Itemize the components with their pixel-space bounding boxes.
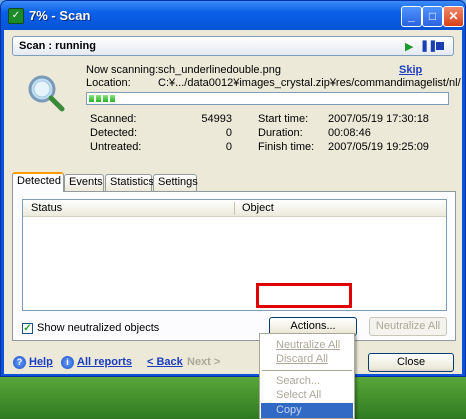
menu-neutralize-all: Neutralize All (276, 339, 341, 351)
detected-label: Detected: (90, 127, 138, 139)
show-neutralized-label: Show neutralized objects (37, 322, 160, 334)
all-reports-link[interactable]: All reports (77, 356, 132, 368)
progress-fill (89, 95, 446, 102)
duration-label: Duration: (258, 127, 303, 139)
location-value: C:¥.../data0012¥images_crystal.zip¥res/c… (158, 77, 461, 89)
tab-settings[interactable]: Settings (153, 174, 198, 191)
menu-select-all: Select All (276, 389, 322, 401)
finish-time-value: 2007/05/19 19:25:09 (328, 141, 429, 153)
column-object[interactable]: Object (242, 202, 274, 214)
help-link[interactable]: Help (29, 356, 53, 368)
minimize-button[interactable]: _ (401, 6, 422, 27)
menu-highlight (261, 403, 353, 418)
scan-window: ✓ 7% - Scan _ □ ✕ Scan : running ▶ ❚❚ No… (0, 0, 466, 377)
now-scanning-value: sch_underlinedouble.png (158, 64, 281, 76)
stop-icon[interactable] (436, 42, 444, 50)
column-separator (234, 202, 235, 215)
title-bar: ✓ 7% - Scan _ □ ✕ (1, 1, 465, 30)
pause-icon[interactable]: ❚❚ (420, 39, 437, 52)
tab-events[interactable]: Events (64, 174, 104, 191)
now-scanning-label: Now scanning: (86, 64, 159, 76)
menu-search: Search... (276, 375, 321, 387)
start-time-label: Start time: (258, 113, 309, 125)
scan-status-bar: Scan : running ▶ ❚❚ (12, 36, 454, 56)
maximize-button[interactable]: □ (422, 6, 443, 27)
scan-progress-bar (86, 92, 449, 105)
untreated-value: 0 (225, 141, 232, 153)
next-link: Next > (187, 356, 221, 368)
highlight-frame (256, 283, 352, 308)
scanned-value: 54993 (201, 113, 232, 125)
info-icon[interactable]: i (61, 356, 74, 369)
menu-discard-all: Discard All (276, 353, 328, 365)
detected-tab-panel: Status Object ✓ Show neutralized objects… (12, 191, 456, 341)
close-window-button[interactable]: ✕ (443, 6, 464, 27)
tab-statistics[interactable]: Statistics (105, 174, 154, 191)
actions-context-menu: Neutralize All Discard All Search... Sel… (259, 333, 355, 419)
window-client-area: Scan : running ▶ ❚❚ Now scanning: sch_un… (4, 30, 462, 374)
scan-status-text: Scan : running (19, 40, 96, 52)
neutralize-all-button: Neutralize All (369, 317, 447, 336)
skip-link[interactable]: Skip (399, 64, 422, 76)
app-icon: ✓ (8, 8, 24, 24)
start-time-value: 2007/05/19 17:30:18 (328, 113, 429, 125)
finish-time-label: Finish time: (258, 141, 315, 153)
column-status[interactable]: Status (31, 202, 62, 214)
list-header: Status Object (23, 200, 446, 217)
close-button[interactable]: Close (368, 353, 454, 372)
duration-value: 00:08:46 (328, 127, 371, 139)
scanned-label: Scanned: (90, 113, 137, 125)
location-label: Location: (86, 77, 131, 89)
help-icon[interactable]: ? (13, 356, 26, 369)
back-link[interactable]: < Back (147, 356, 183, 368)
magnifier-icon (28, 75, 65, 112)
tab-detected[interactable]: Detected (12, 172, 64, 192)
detected-objects-list[interactable]: Status Object (22, 199, 447, 311)
play-icon[interactable]: ▶ (405, 40, 413, 53)
untreated-label: Untreated: (90, 141, 142, 153)
menu-separator (262, 370, 352, 371)
detected-value: 0 (225, 127, 232, 139)
show-neutralized-checkbox[interactable]: ✓ (22, 323, 33, 334)
window-title: 7% - Scan (29, 8, 91, 23)
menu-copy[interactable]: Copy (276, 404, 302, 416)
